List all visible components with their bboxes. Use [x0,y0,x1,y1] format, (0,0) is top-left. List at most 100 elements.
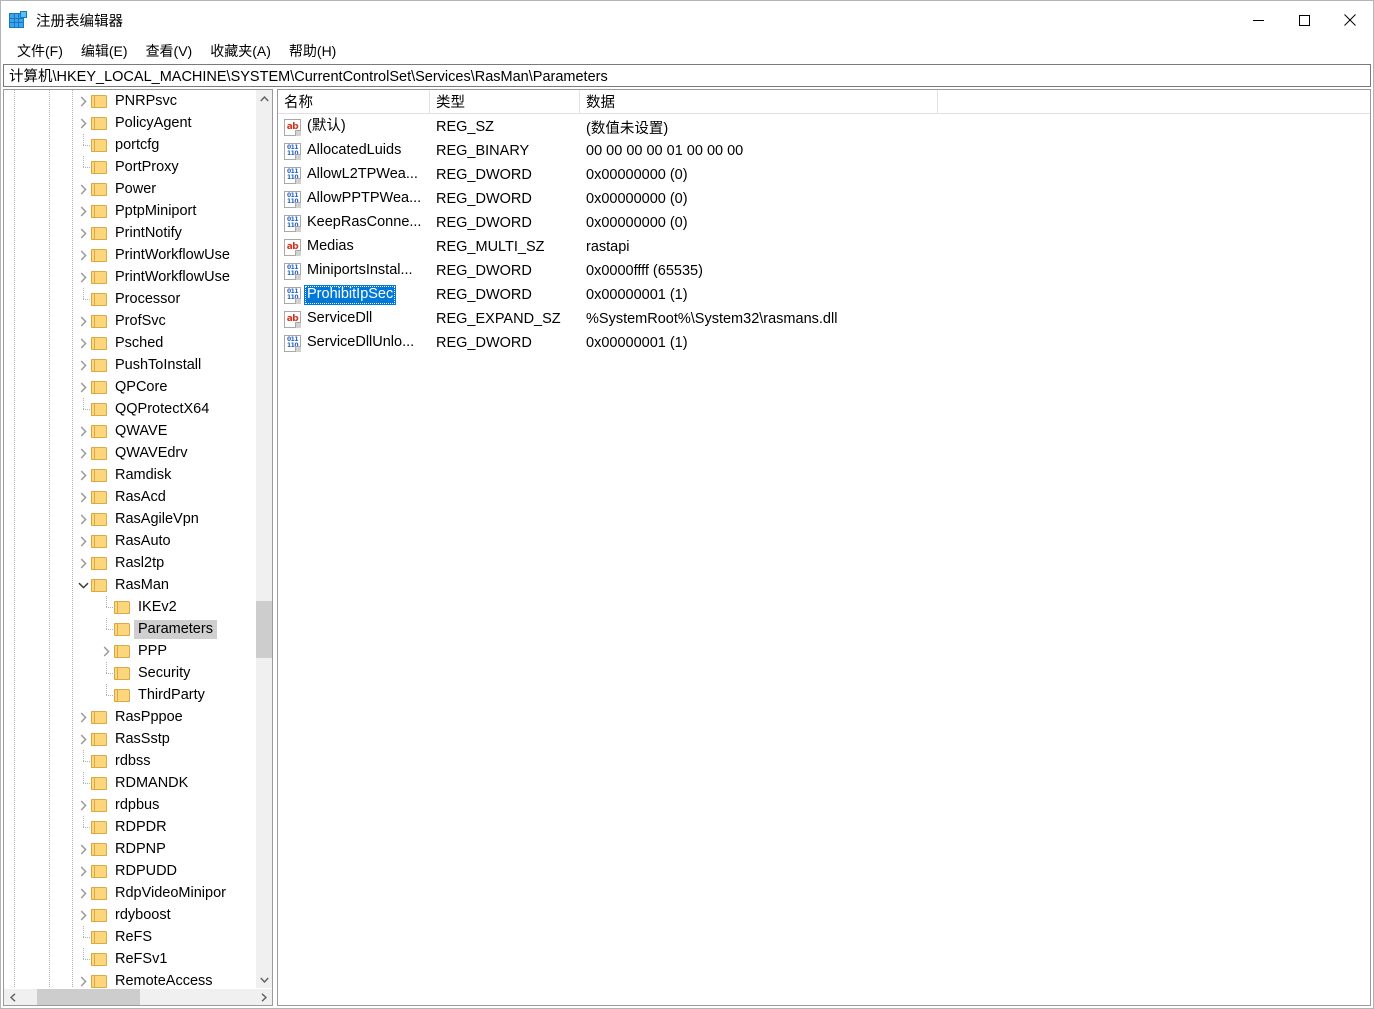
tree-item-psched[interactable]: Psched [4,332,254,354]
chevron-down-icon[interactable] [75,577,91,593]
chevron-right-icon[interactable] [75,511,91,527]
tree-item-rdyboost[interactable]: rdyboost [4,904,254,926]
tree-item-label: PrintWorkflowUse [115,246,230,263]
column-header-data[interactable]: 数据 [580,90,938,113]
tree-item-portcfg[interactable]: portcfg [4,134,254,156]
tree-item-rassstp[interactable]: RasSstp [4,728,254,750]
tree-item-refs[interactable]: ReFS [4,926,254,948]
tree-item-rasacd[interactable]: RasAcd [4,486,254,508]
value-row[interactable]: ab ServiceDll REG_EXPAND_SZ %SystemRoot%\Sy… [278,307,1370,331]
chevron-right-icon[interactable] [75,115,91,131]
tree-item-pnrpsvc[interactable]: PNRPsvc [4,90,254,112]
chevron-right-icon[interactable] [75,335,91,351]
menu-edit[interactable]: 编辑(E) [72,39,137,64]
chevron-right-icon[interactable] [75,907,91,923]
menu-view[interactable]: 查看(V) [137,39,202,64]
chevron-right-icon[interactable] [75,489,91,505]
tree-item-pushtoinstall[interactable]: PushToInstall [4,354,254,376]
chevron-right-icon[interactable] [75,247,91,263]
tree-item-security[interactable]: Security [4,662,254,684]
tree-item-rasagilevpn[interactable]: RasAgileVpn [4,508,254,530]
chevron-right-icon[interactable] [75,181,91,197]
tree-hscrollbar-thumb[interactable] [37,989,140,1005]
chevron-right-icon[interactable] [75,709,91,725]
tree-item-refsv1[interactable]: ReFSv1 [4,948,254,970]
tree-item-qwave[interactable]: QWAVE [4,420,254,442]
tree-item-pptpminiport[interactable]: PptpMiniport [4,200,254,222]
tree-item-rdpbus[interactable]: rdpbus [4,794,254,816]
chevron-right-icon[interactable] [75,555,91,571]
tree-item-ramdisk[interactable]: Ramdisk [4,464,254,486]
tree-scrollbar-thumb[interactable] [256,601,272,658]
scroll-left-icon[interactable] [4,989,21,1005]
value-row[interactable]: 011 110 ServiceDllUnlo... REG_DWORD 0x000000… [278,331,1370,355]
tree-item-policyagent[interactable]: PolicyAgent [4,112,254,134]
value-row[interactable]: ab Medias REG_MULTI_SZ rastapi [278,235,1370,259]
chevron-right-icon[interactable] [75,797,91,813]
chevron-right-icon[interactable] [75,269,91,285]
tree-item-raspppoe[interactable]: RasPppoe [4,706,254,728]
tree-item-portproxy[interactable]: PortProxy [4,156,254,178]
tree-item-rdpvideominipor[interactable]: RdpVideoMinipor [4,882,254,904]
value-row[interactable]: 011 110 MiniportsInstal... REG_DWORD 0x0000f… [278,259,1370,283]
menu-file[interactable]: 文件(F) [8,39,72,64]
chevron-right-icon[interactable] [98,643,114,659]
chevron-right-icon[interactable] [75,357,91,373]
scroll-right-icon[interactable] [255,989,272,1005]
tree-vertical-scrollbar[interactable] [255,90,272,988]
menu-favorites[interactable]: 收藏夹(A) [201,39,280,64]
tree-item-profsvc[interactable]: ProfSvc [4,310,254,332]
value-row[interactable]: 011 110 AllowL2TPWea... REG_DWORD 0x00000000… [278,163,1370,187]
chevron-right-icon[interactable] [75,423,91,439]
menu-help[interactable]: 帮助(H) [280,39,345,64]
tree-item-printworkflowuse[interactable]: PrintWorkflowUse [4,266,254,288]
chevron-right-icon[interactable] [75,379,91,395]
tree-item-qqprotectx64[interactable]: QQProtectX64 [4,398,254,420]
tree-item-qpcore[interactable]: QPCore [4,376,254,398]
tree-item-thirdparty[interactable]: ThirdParty [4,684,254,706]
column-header-name[interactable]: 名称 [278,90,430,113]
close-button[interactable] [1327,1,1373,39]
chevron-right-icon[interactable] [75,93,91,109]
tree-item-printworkflowuse[interactable]: PrintWorkflowUse [4,244,254,266]
tree-item-ikev2[interactable]: IKEv2 [4,596,254,618]
chevron-right-icon[interactable] [75,445,91,461]
value-row[interactable]: 011 110 ProhibitIpSec REG_DWORD 0x00000001 (… [278,283,1370,307]
chevron-right-icon[interactable] [75,973,91,988]
value-row[interactable]: 011 110 KeepRasConne... REG_DWORD 0x00000000… [278,211,1370,235]
chevron-right-icon[interactable] [75,863,91,879]
tree-item-rdbss[interactable]: rdbss [4,750,254,772]
value-row[interactable]: ab (默认) REG_SZ (数值未设置) [278,115,1370,139]
tree-item-rdpdr[interactable]: RDPDR [4,816,254,838]
value-row[interactable]: 011 110 AllowPPTPWea... REG_DWORD 0x00000000… [278,187,1370,211]
tree-item-parameters[interactable]: Parameters [4,618,254,640]
maximize-button[interactable] [1281,1,1327,39]
address-bar[interactable]: 计算机\HKEY_LOCAL_MACHINE\SYSTEM\CurrentCon… [3,64,1371,87]
tree-item-qwavedrv[interactable]: QWAVEdrv [4,442,254,464]
tree-horizontal-scrollbar[interactable] [4,988,272,1005]
value-row[interactable]: 011 110 AllocatedLuids REG_BINARY 00 00 00 0… [278,139,1370,163]
tree-item-rasauto[interactable]: RasAuto [4,530,254,552]
scroll-down-icon[interactable] [256,971,272,988]
chevron-right-icon[interactable] [75,731,91,747]
chevron-right-icon[interactable] [75,533,91,549]
tree-item-rdpudd[interactable]: RDPUDD [4,860,254,882]
tree-item-ppp[interactable]: PPP [4,640,254,662]
tree-item-printnotify[interactable]: PrintNotify [4,222,254,244]
column-header-type[interactable]: 类型 [430,90,580,113]
chevron-right-icon[interactable] [75,225,91,241]
chevron-right-icon[interactable] [75,885,91,901]
minimize-button[interactable] [1235,1,1281,39]
scroll-up-icon[interactable] [256,90,272,107]
tree-item-rdpnp[interactable]: RDPNP [4,838,254,860]
chevron-right-icon[interactable] [75,203,91,219]
chevron-right-icon[interactable] [75,841,91,857]
tree-item-rasman[interactable]: RasMan [4,574,254,596]
chevron-right-icon[interactable] [75,313,91,329]
tree-item-rdmandk[interactable]: RDMANDK [4,772,254,794]
tree-item-processor[interactable]: Processor [4,288,254,310]
chevron-right-icon[interactable] [75,467,91,483]
tree-item-remoteaccess[interactable]: RemoteAccess [4,970,254,988]
tree-item-power[interactable]: Power [4,178,254,200]
tree-item-rasl2tp[interactable]: Rasl2tp [4,552,254,574]
